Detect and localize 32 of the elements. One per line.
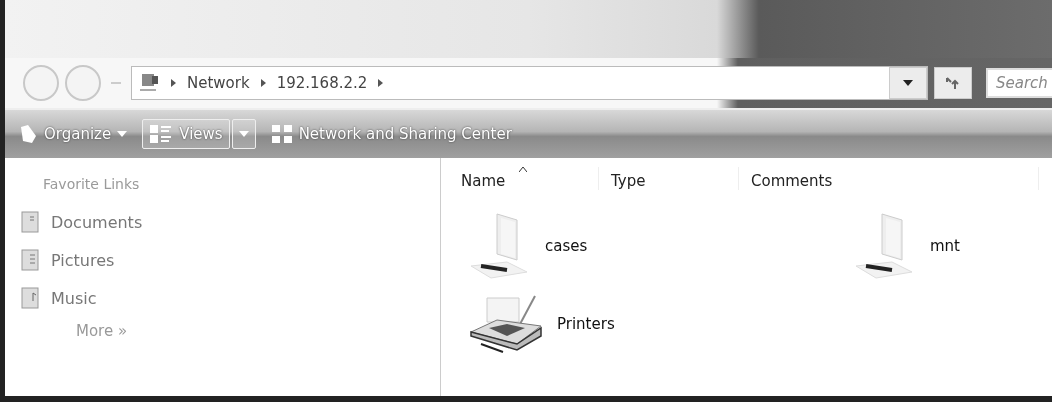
chevron-icon [170,78,177,88]
item-label[interactable]: cases [545,237,588,255]
chevron-icon [377,78,385,88]
breadcrumb[interactable]: 192.168.2.2 [276,74,368,92]
music-folder-icon [21,287,39,309]
favorite-links-heading: Favorite Links [43,176,141,192]
caret-icon [117,131,128,137]
refresh-button[interactable] [934,67,972,99]
back-button[interactable] [23,65,59,101]
chevron-icon [259,78,267,88]
caret-icon [238,131,249,137]
search-field[interactable]: Search [986,68,1052,98]
column-header[interactable]: Type [599,167,739,190]
forward-button[interactable] [65,65,101,101]
item-label[interactable]: mnt [930,237,960,255]
refresh-icon [945,76,961,90]
breadcrumb[interactable]: Network [187,74,250,92]
document-folder-icon [21,211,39,233]
column-header[interactable]: Name [449,167,599,190]
views-dropdown-button[interactable] [231,119,256,149]
address-field[interactable]: Network 192.168.2.2 [131,66,928,100]
caret-icon [903,80,913,86]
item-label[interactable]: Printers [557,315,615,333]
picture-folder-icon [21,249,39,271]
column-header[interactable]: Comments [739,167,1039,190]
view-list-icon [149,124,174,144]
favorite-link[interactable]: Documents [21,208,440,236]
network-icon [138,72,160,94]
favorite-link[interactable]: Music [21,284,440,312]
network-computers-icon [270,124,293,144]
favorite-link[interactable]: Pictures [21,246,440,274]
address-dropdown-button[interactable] [889,67,927,99]
